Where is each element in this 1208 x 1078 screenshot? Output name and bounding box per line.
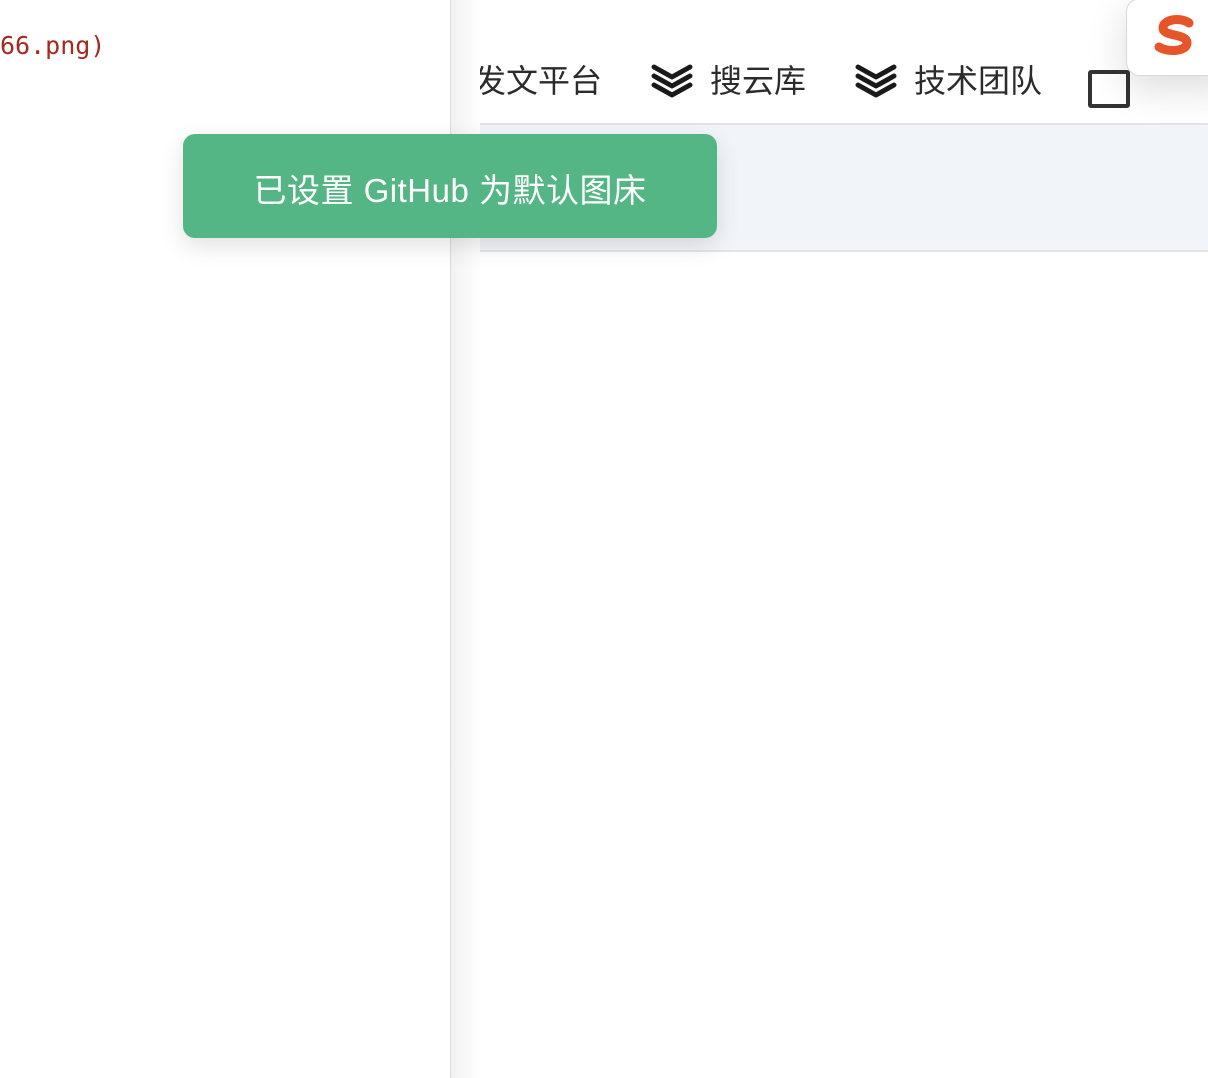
nav-item-label: 搜云库 — [710, 63, 807, 99]
sogou-input-tab[interactable] — [1126, 0, 1208, 76]
layers-icon — [855, 64, 897, 98]
nav-item-label: 技术团队 — [914, 63, 1043, 99]
toast-notification: 已设置 GitHub 为默认图床 — [183, 134, 717, 238]
nav-item-label: 发文平台 — [480, 63, 603, 99]
preview-nav-bar: 发文平台 搜云库 技术团队 — [480, 34, 1208, 124]
nav-item-partial[interactable] — [1088, 50, 1131, 108]
nav-item-souyunku[interactable]: 搜云库 — [648, 56, 806, 102]
editor-line-image-link[interactable]: 66.png) — [0, 26, 105, 66]
nav-item-publish-platform[interactable]: 发文平台 — [480, 56, 602, 102]
sogou-s-icon — [1154, 15, 1194, 55]
preview-band-divider — [480, 250, 1208, 252]
app-window: 66.png) 发文平台 搜云库 技术团队 已设置 GitHub 为默认图床 — [0, 0, 1208, 1078]
layers-icon — [651, 64, 693, 98]
toast-message: 已设置 GitHub 为默认图床 — [253, 171, 647, 209]
box-icon — [1088, 70, 1131, 108]
nav-item-tech-team[interactable]: 技术团队 — [852, 56, 1042, 102]
